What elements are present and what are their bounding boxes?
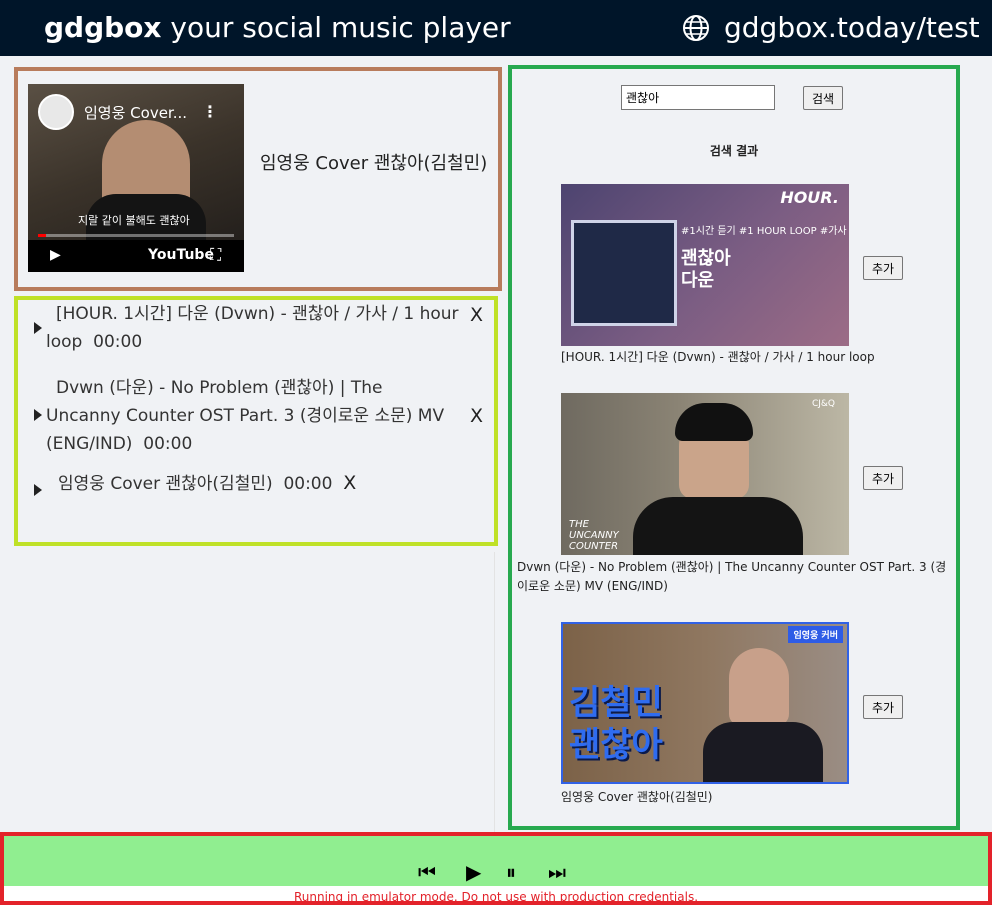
playlist-item-text: [HOUR. 1시간] 다운 (Dvwn) - 괜찮아 / 가사 / 1 hou…: [46, 300, 472, 356]
youtube-logo[interactable]: YouTube: [148, 247, 214, 263]
site-url[interactable]: gdgbox.today/test: [724, 10, 980, 46]
thumb-corner-logo: CJ&Q: [811, 399, 835, 409]
column-divider: [494, 552, 495, 832]
skip-previous-icon[interactable]: ⏮: [418, 860, 436, 884]
fullscreen-icon[interactable]: ⛶: [210, 245, 221, 265]
thumb-show-logo: THE UNCANNY COUNTER: [569, 519, 619, 552]
thumb-album-art: [571, 220, 677, 326]
video-play-icon[interactable]: ▶: [50, 247, 61, 263]
video-caption: 지랄 같이 불해도 괜찮아: [78, 214, 190, 227]
pause-icon[interactable]: ⏸: [506, 860, 516, 884]
thumb-body: [703, 722, 823, 782]
app-brand: gdgbox your social music player: [44, 10, 511, 46]
thumb-headline: 김철민 괜찮아: [569, 683, 663, 765]
thumb-tag: 임영웅 커버: [788, 626, 843, 643]
globe-icon: [683, 15, 709, 41]
channel-avatar[interactable]: [38, 94, 74, 130]
thumb-hair: [675, 403, 753, 441]
video-progress-bar[interactable]: [38, 234, 234, 237]
result-title: [HOUR. 1시간] 다운 (Dvwn) - 괜찮아 / 가사 / 1 hou…: [561, 350, 875, 364]
result-title: Dvwn (다운) - No Problem (괜찮아) | The Uncan…: [517, 560, 947, 593]
caret-right-icon[interactable]: [34, 322, 42, 334]
add-result-button[interactable]: 추가: [863, 695, 903, 719]
remove-item-button[interactable]: X: [470, 301, 483, 329]
thumb-headline: 괜찮아 다운: [681, 248, 731, 291]
result-thumbnail[interactable]: CJ&Q THE UNCANNY COUNTER: [561, 393, 849, 555]
thumb-face: [729, 648, 789, 726]
playlist-item-title: 임영웅 Cover 괜찮아(김철민): [58, 474, 273, 494]
search-button[interactable]: 검색: [803, 86, 843, 110]
thumb-body: [633, 497, 803, 555]
playlist-item-text: 임영웅 Cover 괜찮아(김철민) 00:00 X: [58, 469, 356, 498]
playlist-item-text: Dvwn (다운) - No Problem (괜찮아) | The Uncan…: [46, 374, 460, 458]
result-thumbnail[interactable]: 임영웅 커버 김철민 괜찮아: [561, 622, 849, 784]
caret-right-icon[interactable]: [34, 409, 42, 421]
add-result-button[interactable]: 추가: [863, 256, 903, 280]
video-progress-fill: [38, 234, 46, 237]
player-controls-area: ⏮ ▶ ⏸ ⏭: [4, 836, 988, 886]
play-icon[interactable]: ▶: [466, 860, 481, 884]
brand-name: gdgbox: [44, 11, 162, 44]
playlist-item-title: Dvwn (다운) - No Problem (괜찮아) | The Uncan…: [46, 378, 445, 454]
playlist-item-duration: 00:00: [143, 434, 193, 454]
player-bar: ⏮ ▶ ⏸ ⏭ Running in emulator mode. Do not…: [0, 832, 992, 905]
brand-tagline: your social music player: [161, 11, 511, 44]
result-title: 임영웅 Cover 괜찮아(김철민): [561, 790, 713, 804]
remove-item-button[interactable]: X: [343, 472, 356, 494]
add-result-button[interactable]: 추가: [863, 466, 903, 490]
thumb-brand: HOUR.: [780, 188, 839, 207]
playlist-item-duration: 00:00: [93, 332, 143, 352]
youtube-player[interactable]: 임영웅 Cover... ⋮ 지랄 같이 불해도 괜찮아 ▶ YouTube ⛶: [28, 84, 244, 272]
result-thumbnail[interactable]: HOUR. #1시간 듣기 #1 HOUR LOOP #가사 괜찮아 다운: [561, 184, 849, 346]
results-heading: 검색 결과: [709, 144, 759, 158]
now-playing-title: 임영웅 Cover 괜찮아(김철민): [260, 153, 488, 174]
app-header: gdgbox your social music player gdgbox.t…: [0, 0, 992, 56]
video-controls: ▶ YouTube ⛶: [28, 240, 244, 272]
search-input[interactable]: [621, 85, 775, 110]
skip-next-icon[interactable]: ⏭: [548, 860, 566, 884]
now-playing-panel: 임영웅 Cover... ⋮ 지랄 같이 불해도 괜찮아 ▶ YouTube ⛶…: [14, 67, 502, 291]
playlist-panel: [HOUR. 1시간] 다운 (Dvwn) - 괜찮아 / 가사 / 1 hou…: [14, 296, 498, 546]
playlist-item-duration: 00:00: [283, 474, 333, 494]
remove-item-button[interactable]: X: [470, 402, 483, 430]
thumb-tag: #1시간 듣기 #1 HOUR LOOP #가사: [681, 226, 847, 237]
more-options-icon[interactable]: ⋮: [202, 102, 218, 121]
caret-right-icon[interactable]: [34, 484, 42, 496]
search-panel: 검색 검색 결과 HOUR. #1시간 듣기 #1 HOUR LOOP #가사 …: [508, 65, 960, 830]
emulator-warning: Running in emulator mode. Do not use wit…: [293, 890, 699, 904]
